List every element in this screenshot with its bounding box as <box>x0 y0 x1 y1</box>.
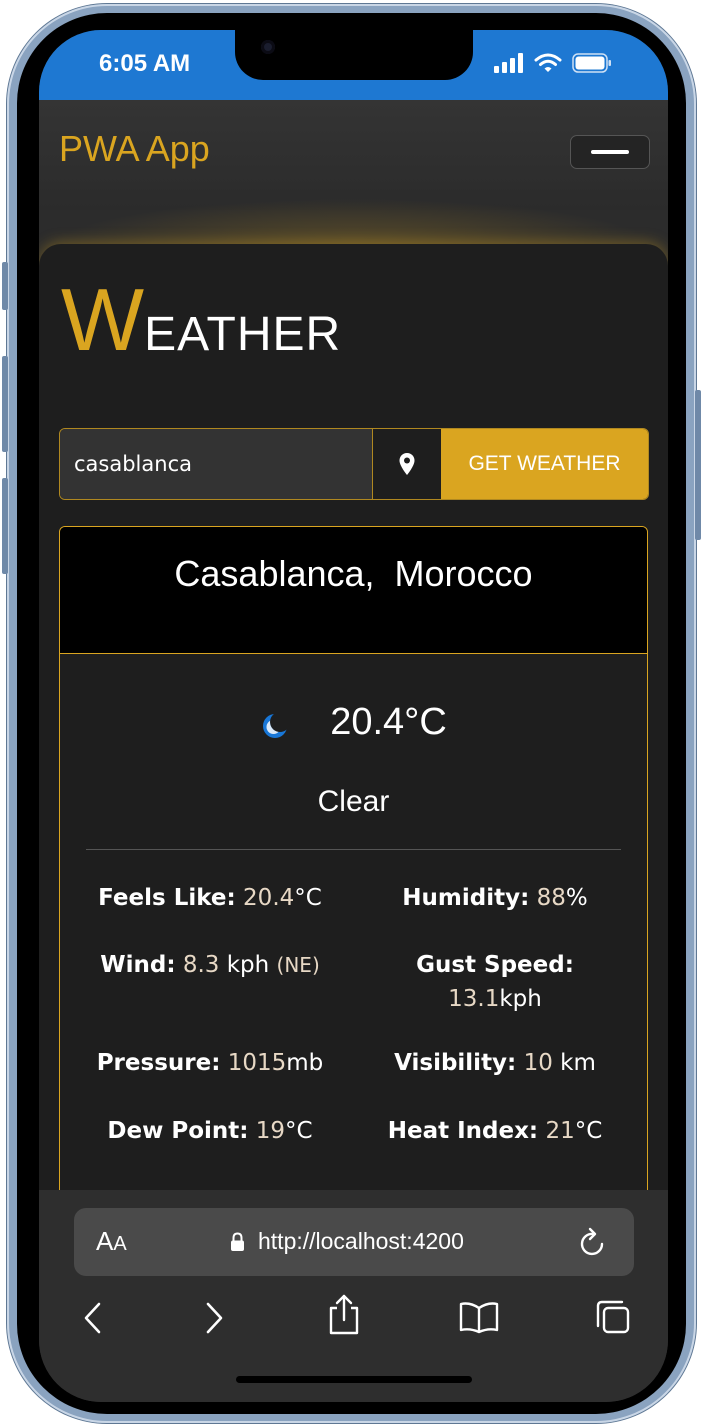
aa-large: A <box>96 1226 114 1256</box>
detail-label: Pressure: <box>96 1050 221 1076</box>
detail-unit: % <box>565 885 588 911</box>
aa-small: A <box>113 1233 127 1255</box>
browser-toolbar: AA http://localhost:4200 <box>39 1190 668 1402</box>
detail-wind: Wind: 8.3 kph (NE) <box>70 948 350 982</box>
detail-value: 10 <box>523 1050 553 1076</box>
detail-unit: kph <box>499 986 542 1012</box>
detail-value: 13.1 <box>448 986 500 1012</box>
chevron-left-icon[interactable] <box>81 1300 105 1336</box>
detail-label: Dew Point: <box>107 1118 249 1144</box>
signal-icon <box>494 53 523 73</box>
detail-unit: km <box>560 1050 596 1076</box>
battery-icon <box>572 53 611 73</box>
temperature-row: 20.4°C <box>60 701 647 744</box>
detail-label: Wind: <box>100 952 176 978</box>
wifi-icon <box>534 53 562 72</box>
volume-down-button <box>2 478 8 574</box>
front-camera <box>261 40 275 54</box>
reader-settings-button[interactable]: AA <box>96 1226 127 1257</box>
detail-visibility: Visibility: 10 km <box>355 1046 635 1080</box>
weather-result-card: Casablanca, Morocco 20.4°C Clear Feels L… <box>59 526 648 1228</box>
power-button <box>695 390 701 540</box>
location-name: Casablanca, Morocco <box>174 553 533 594</box>
wind-direction: (NE) <box>276 953 320 977</box>
detail-label: Feels Like: <box>98 885 236 911</box>
detail-value: 20.4 <box>243 885 295 911</box>
address-bar[interactable]: AA http://localhost:4200 <box>74 1208 634 1276</box>
detail-value: 8.3 <box>182 952 220 978</box>
menu-icon <box>591 150 629 154</box>
map-pin-icon <box>399 453 415 475</box>
detail-value: 19 <box>255 1118 286 1144</box>
app-title[interactable]: PWA App <box>59 128 210 170</box>
detail-heat-index: Heat Index: 21°C <box>355 1114 635 1148</box>
detail-unit: °C <box>294 885 322 911</box>
page-title: WEATHER <box>61 276 341 364</box>
search-bar: GET WEATHER <box>59 428 649 500</box>
weather-panel: WEATHER GET WEATHER Casablanca, Morocco <box>39 244 668 1244</box>
detail-humidity: Humidity: 88% <box>355 881 635 915</box>
reload-icon[interactable] <box>578 1226 608 1258</box>
detail-label: Heat Index: <box>387 1118 539 1144</box>
home-indicator <box>236 1376 472 1383</box>
status-icons <box>494 53 612 73</box>
detail-label: Visibility: <box>394 1050 517 1076</box>
detail-value: 21 <box>545 1118 575 1144</box>
detail-unit: kph <box>226 952 270 978</box>
notch <box>235 30 473 80</box>
share-icon[interactable] <box>327 1292 361 1336</box>
silent-switch <box>2 262 8 310</box>
volume-up-button <box>2 356 8 452</box>
detail-label: Gust Speed: <box>416 952 574 978</box>
detail-feels-like: Feels Like: 20.4°C <box>70 881 350 915</box>
detail-value: 88 <box>536 885 566 911</box>
detail-unit: mb <box>286 1050 324 1076</box>
detail-gust-speed: Gust Speed: 13.1kph <box>355 948 635 1016</box>
city-search-input[interactable] <box>60 429 372 499</box>
detail-unit: °C <box>574 1118 603 1144</box>
status-time: 6:05 AM <box>99 50 191 77</box>
detail-unit: °C <box>285 1118 313 1144</box>
page-title-initial: W <box>61 270 145 369</box>
app-header: PWA App <box>39 100 668 210</box>
moon-icon <box>263 713 288 738</box>
detail-pressure: Pressure: 1015mb <box>70 1046 350 1080</box>
phone-screen: 6:05 AM PWA App WEATHER casablanca GET W… <box>39 30 668 1402</box>
get-weather-button[interactable]: GET WEATHER <box>441 429 648 499</box>
location-button[interactable] <box>372 429 441 499</box>
detail-value: 1015 <box>227 1050 287 1076</box>
menu-toggle-button[interactable] <box>570 135 650 169</box>
weather-condition: Clear <box>317 785 390 818</box>
result-header: Casablanca, Morocco <box>60 527 647 654</box>
chevron-right-icon[interactable] <box>202 1300 226 1336</box>
page-title-rest: EATHER <box>144 308 342 361</box>
temperature-value: 20.4°C <box>330 701 447 743</box>
detail-dew-point: Dew Point: 19°C <box>70 1114 350 1148</box>
tabs-icon[interactable] <box>594 1298 632 1336</box>
divider <box>86 849 621 850</box>
url-text: http://localhost:4200 <box>258 1228 464 1254</box>
detail-label: Humidity: <box>402 885 530 911</box>
lock-icon <box>231 1232 244 1251</box>
book-icon[interactable] <box>458 1300 500 1334</box>
